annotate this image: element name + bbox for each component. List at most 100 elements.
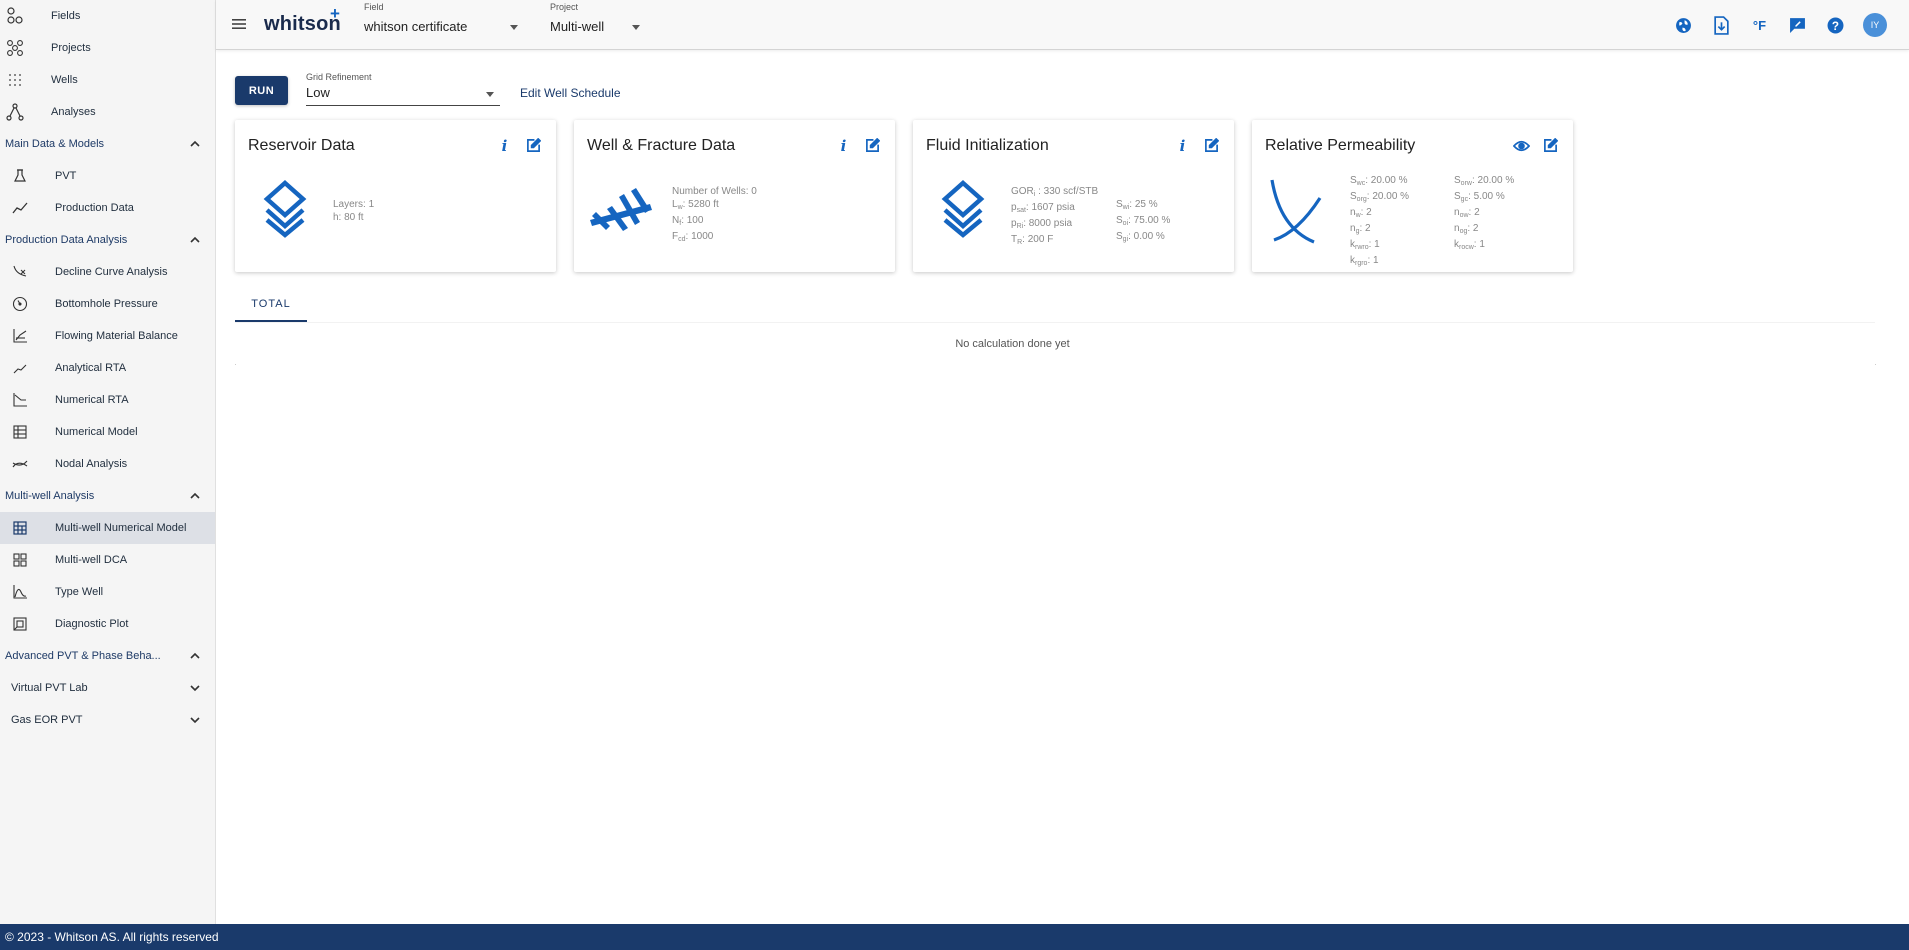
layers-icon: [941, 179, 985, 238]
dropdown-arrow-icon: [510, 25, 518, 30]
feedback-icon[interactable]: [1787, 15, 1808, 36]
field-select[interactable]: Field whitson certificate: [364, 2, 522, 34]
download-file-icon[interactable]: [1711, 15, 1732, 36]
header-actions: °F ? IY: [1673, 13, 1887, 37]
edit-icon[interactable]: [864, 137, 881, 154]
relperm-curves-icon: [1270, 179, 1322, 244]
card-title: Reservoir Data: [248, 137, 355, 154]
swi-value: Swi: 25 %: [1116, 199, 1158, 211]
sidebar-item-pvt[interactable]: PVT: [0, 160, 215, 192]
gauge-icon: [7, 288, 33, 320]
sidebar-item-numerical-model[interactable]: Numerical Model: [0, 416, 215, 448]
sidebar-item-label: Decline Curve Analysis: [55, 266, 168, 278]
divider-dot: [235, 364, 236, 365]
card-title: Fluid Initialization: [926, 137, 1049, 154]
sidebar-item-analytical-rta[interactable]: Analytical RTA: [0, 352, 215, 384]
grid-refinement-select[interactable]: Grid Refinement Low: [306, 72, 500, 106]
sidebar-item-decline-curve-analysis[interactable]: Decline Curve Analysis: [0, 256, 215, 288]
fluid-summary-right: Swi: 25 % Soi: 75.00 % Sgi: 0.00 %: [1116, 198, 1170, 246]
section-title: Production Data Analysis: [5, 234, 128, 246]
chevron-down-icon: [190, 717, 200, 724]
flask-icon: [7, 160, 33, 192]
sidebar-item-numerical-rta[interactable]: Numerical RTA: [0, 384, 215, 416]
trend-line-icon: [7, 192, 33, 224]
sorg-value: Sorg: 20.00 %: [1350, 191, 1410, 203]
edit-icon[interactable]: [1542, 137, 1559, 154]
fluid-summary-left: GORi : 330 scf/STB psat: 1607 psia pRi: …: [1011, 185, 1098, 249]
tab-divider: [235, 322, 1875, 323]
field-caption: Field: [364, 2, 384, 12]
grid-refinement-value: Low: [306, 85, 330, 100]
avatar[interactable]: IY: [1863, 13, 1887, 37]
sidebar-item-label: Nodal Analysis: [55, 458, 128, 470]
relative-permeability-card: Relative Permeability Swc: 20.00 % Sorg:…: [1252, 120, 1573, 272]
section-advanced-pvt[interactable]: Advanced PVT & Phase Beha...: [0, 640, 215, 672]
sidebar-item-label: Fields: [51, 10, 81, 22]
well-fracture-data-card: Well & Fracture Data i Number of Wells: …: [574, 120, 895, 272]
grid-table-icon: [7, 512, 33, 544]
section-multi-well-analysis[interactable]: Multi-well Analysis: [0, 480, 215, 512]
fields-icon: [1, 0, 29, 32]
swc-value: Swc: 20.00 %: [1350, 175, 1408, 187]
section-main-data-models[interactable]: Main Data & Models: [0, 128, 215, 160]
eye-icon[interactable]: [1513, 137, 1530, 154]
tab-total[interactable]: TOTAL: [235, 288, 307, 322]
dropdown-arrow-icon: [486, 92, 494, 97]
sidebar-item-bottomhole-pressure[interactable]: Bottomhole Pressure: [0, 288, 215, 320]
sidebar-item-analyses[interactable]: Analyses: [0, 96, 215, 128]
info-icon[interactable]: i: [496, 137, 513, 155]
empty-results-message: No calculation done yet: [955, 338, 1070, 350]
chevron-up-icon: [190, 140, 200, 147]
section-virtual-pvt-lab[interactable]: Virtual PVT Lab: [0, 672, 215, 704]
sidebar-item-wells[interactable]: Wells: [0, 64, 215, 96]
sidebar-item-label: Type Well: [55, 586, 104, 598]
project-caption: Project: [550, 2, 579, 12]
projects-icon: [1, 32, 29, 64]
menu-icon[interactable]: [230, 15, 248, 33]
sidebar-item-diagnostic-plot[interactable]: Diagnostic Plot: [0, 608, 215, 640]
sidebar-item-label: Analyses: [51, 106, 96, 118]
chevron-up-icon: [190, 236, 200, 243]
pri-value: pRi: 8000 psia: [1011, 218, 1073, 230]
sidebar-item-multi-well-numerical-model[interactable]: Multi-well Numerical Model: [0, 512, 215, 544]
fracture-icon: [590, 188, 652, 231]
edit-icon[interactable]: [525, 137, 542, 154]
layers-icon: [263, 179, 307, 238]
sidebar-item-production-data[interactable]: Production Data: [0, 192, 215, 224]
layers-value: Layers: 1: [333, 199, 375, 210]
temperature-unit-toggle[interactable]: °F: [1749, 15, 1770, 36]
krgro-value: krgro: 1: [1350, 255, 1379, 267]
tr-value: TR: 200 F: [1011, 234, 1054, 246]
chevron-down-icon: [190, 685, 200, 692]
reservoir-data-card: Reservoir Data i Layers: 1 h: 80 ft: [235, 120, 556, 272]
edit-icon[interactable]: [1203, 137, 1220, 154]
sidebar-item-type-well[interactable]: Type Well: [0, 576, 215, 608]
grid-refinement-caption: Grid Refinement: [306, 72, 372, 82]
card-title: Relative Permeability: [1265, 137, 1416, 154]
sidebar-item-fields[interactable]: Fields: [0, 0, 215, 32]
section-gas-eor-pvt[interactable]: Gas EOR PVT: [0, 704, 215, 736]
section-title: Advanced PVT & Phase Beha...: [5, 650, 161, 662]
info-icon[interactable]: i: [1174, 137, 1191, 155]
section-title: Multi-well Analysis: [5, 490, 95, 502]
sidebar-item-projects[interactable]: Projects: [0, 32, 215, 64]
bell-curve-icon: [7, 576, 33, 608]
num-fractures-value: Nf: 100: [672, 215, 704, 227]
sidebar-item-label: Numerical Model: [55, 426, 138, 438]
info-icon[interactable]: i: [835, 137, 852, 155]
edit-well-schedule-button[interactable]: Edit Well Schedule: [520, 86, 621, 100]
sidebar-item-multi-well-dca[interactable]: Multi-well DCA: [0, 544, 215, 576]
nw-value: nw: 2: [1350, 207, 1372, 219]
krocw-value: krocw: 1: [1454, 239, 1485, 251]
chevron-up-icon: [190, 492, 200, 499]
section-production-data-analysis[interactable]: Production Data Analysis: [0, 224, 215, 256]
project-select[interactable]: Project Multi-well: [550, 2, 650, 34]
sidebar-item-label: Production Data: [55, 202, 134, 214]
run-button[interactable]: RUN: [235, 76, 288, 105]
sidebar-item-nodal-analysis[interactable]: Nodal Analysis: [0, 448, 215, 480]
help-icon[interactable]: ?: [1825, 15, 1846, 36]
thickness-value: h: 80 ft: [333, 212, 364, 223]
sidebar-item-label: Analytical RTA: [55, 362, 127, 374]
globe-icon[interactable]: [1673, 15, 1694, 36]
sidebar-item-label: Diagnostic Plot: [55, 618, 129, 630]
